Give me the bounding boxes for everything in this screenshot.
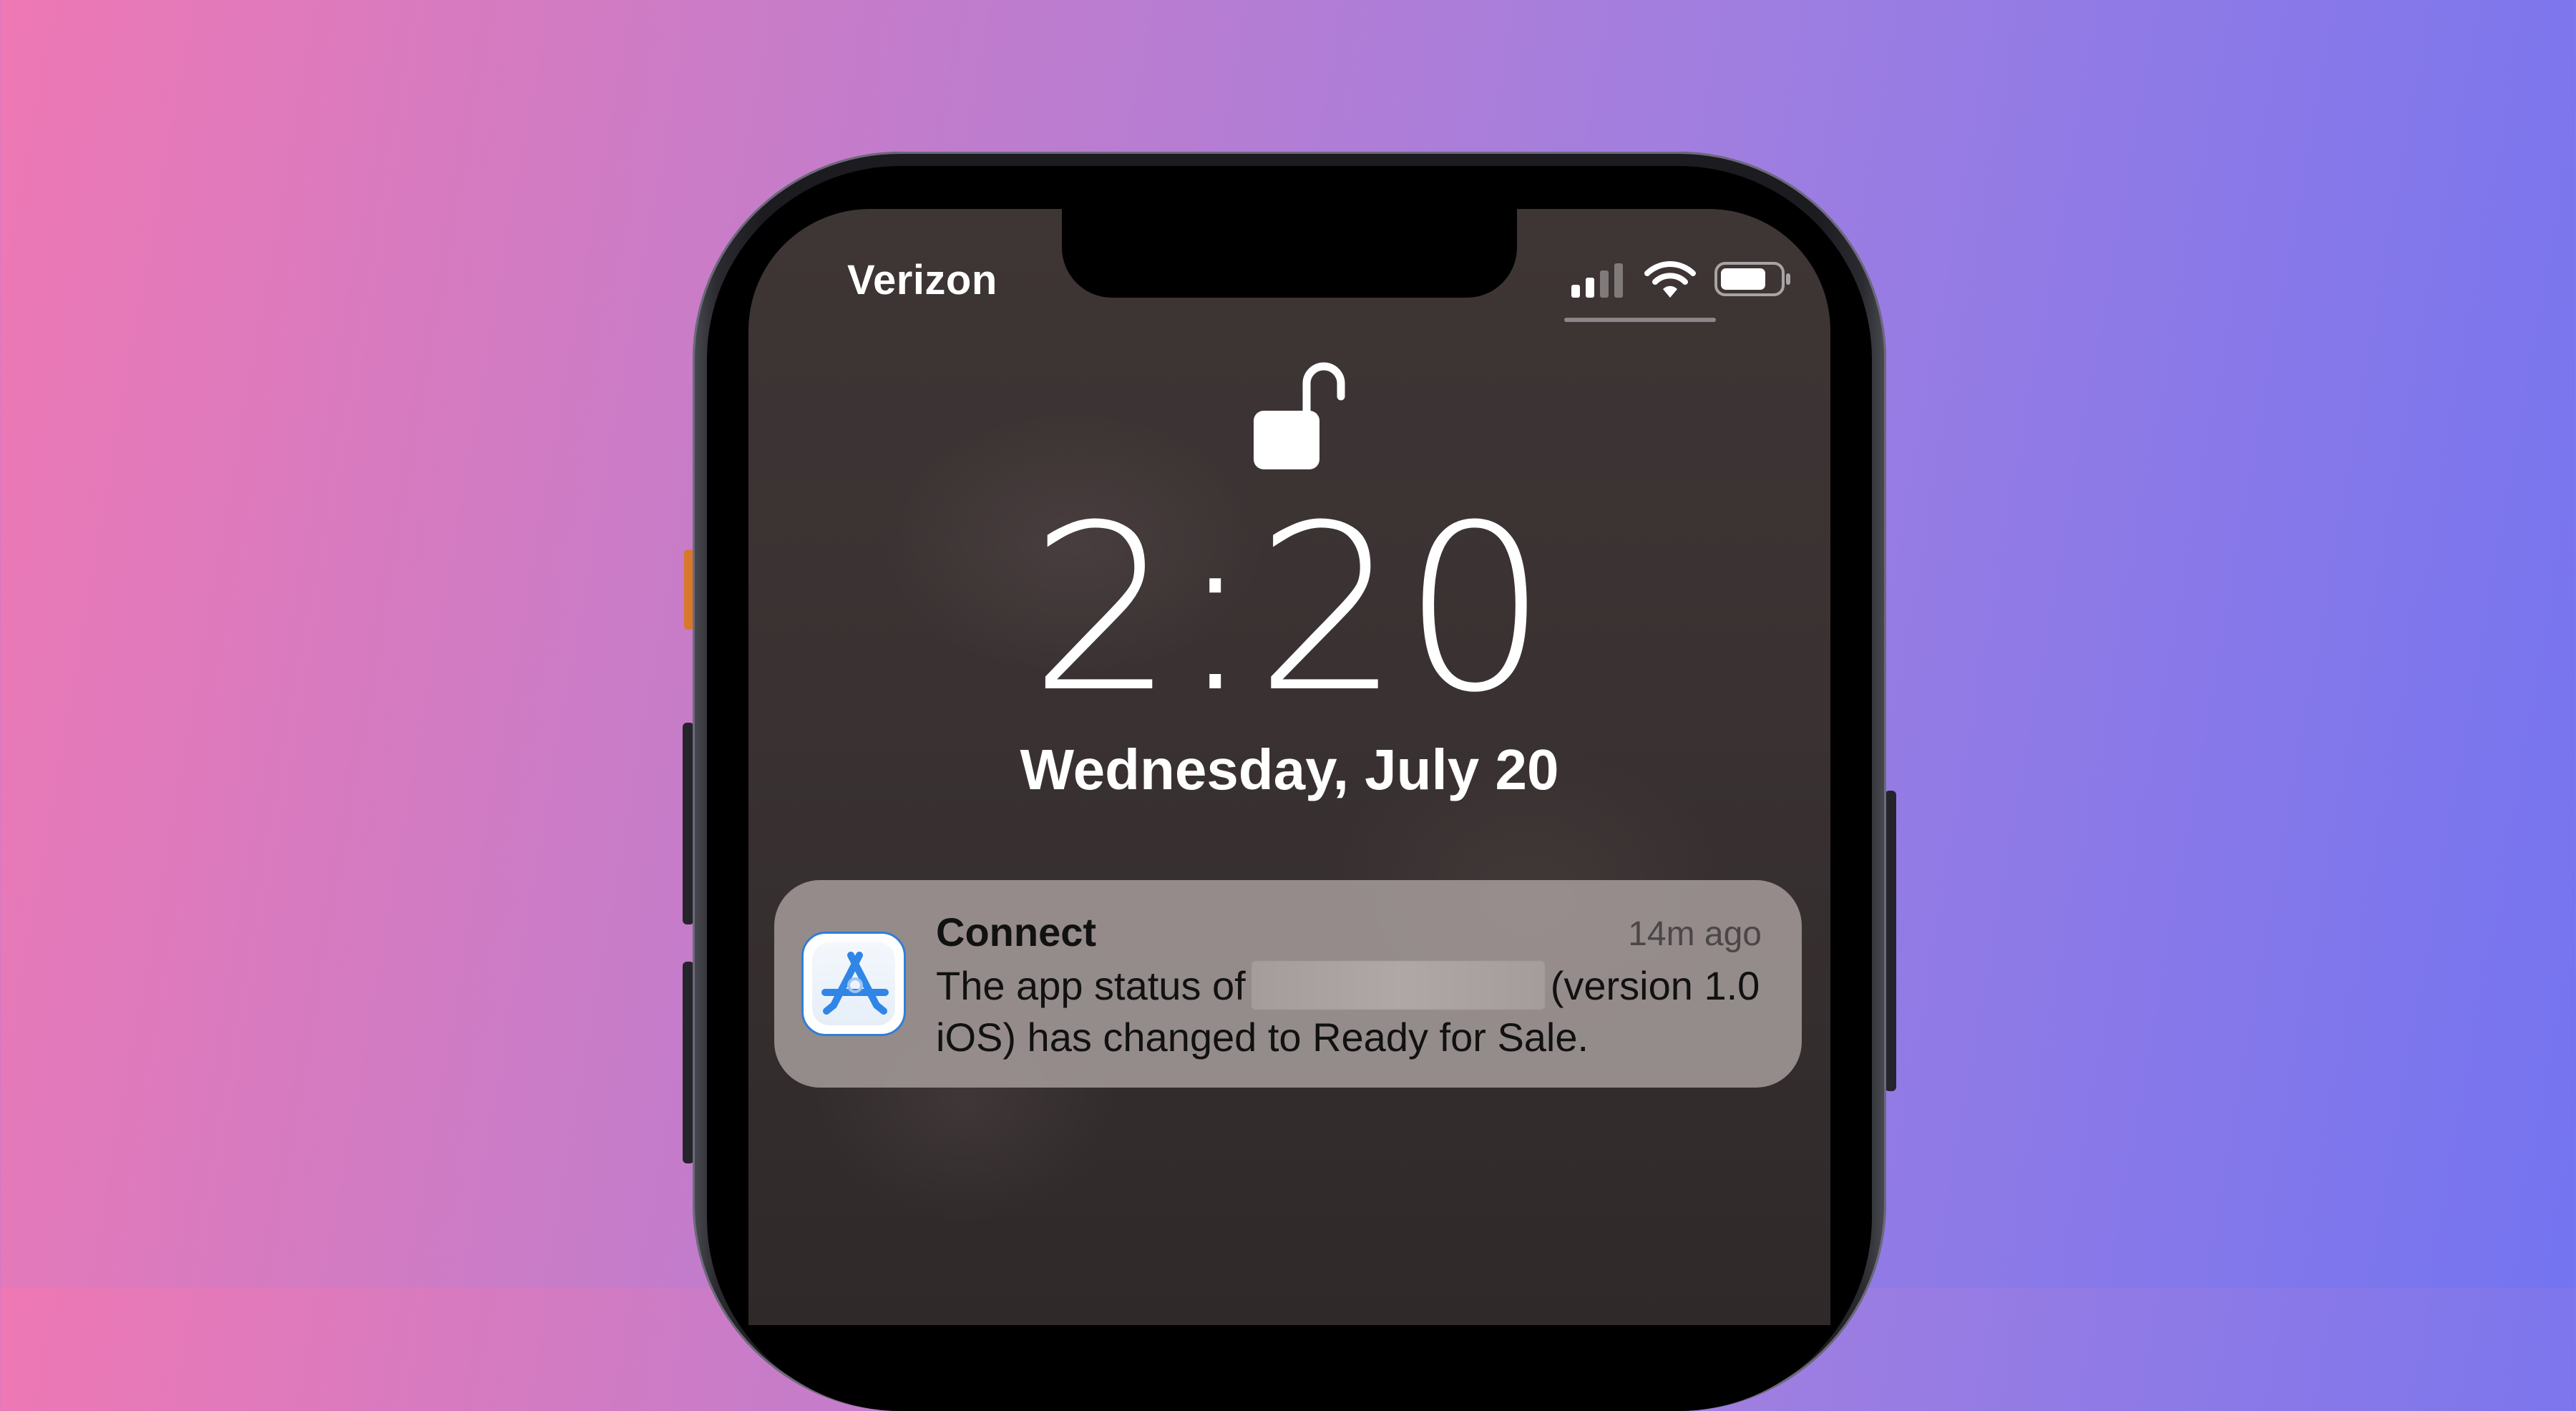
lock-screen: Verizon 2:20 Wednesday, July 20 Connect … bbox=[748, 209, 1830, 1325]
wifi-icon bbox=[1644, 261, 1696, 298]
redacted-app-name bbox=[1251, 961, 1545, 1010]
notification-card[interactable]: Connect 14m ago The app status of (versio… bbox=[774, 880, 1802, 1088]
notch bbox=[1062, 209, 1517, 298]
cellular-signal-icon bbox=[1571, 263, 1629, 298]
signal-bar bbox=[1571, 285, 1580, 298]
app-store-connect-icon bbox=[801, 932, 906, 1036]
carrier-label: Verizon bbox=[847, 257, 997, 303]
status-indicator-bar bbox=[1564, 318, 1716, 322]
signal-bar bbox=[1600, 270, 1609, 298]
open-padlock-icon bbox=[1254, 362, 1345, 469]
status-icons bbox=[1536, 256, 1793, 299]
lock-screen-time: 2:20 bbox=[1029, 477, 1550, 743]
battery-icon bbox=[1714, 262, 1790, 296]
notification-app-name: Connect bbox=[936, 909, 1096, 954]
notification-time: 14m ago bbox=[1628, 915, 1762, 953]
notification-body-prefix: The app status of bbox=[936, 963, 1246, 1008]
signal-bar bbox=[1586, 278, 1594, 298]
lock-screen-date: Wednesday, July 20 bbox=[1020, 738, 1559, 801]
notification-body: The app status of (version 1.0 iOS) has c… bbox=[936, 960, 1766, 1063]
signal-bar bbox=[1614, 263, 1623, 298]
power-button bbox=[1885, 791, 1896, 1091]
app-store-glyph bbox=[821, 952, 889, 1015]
